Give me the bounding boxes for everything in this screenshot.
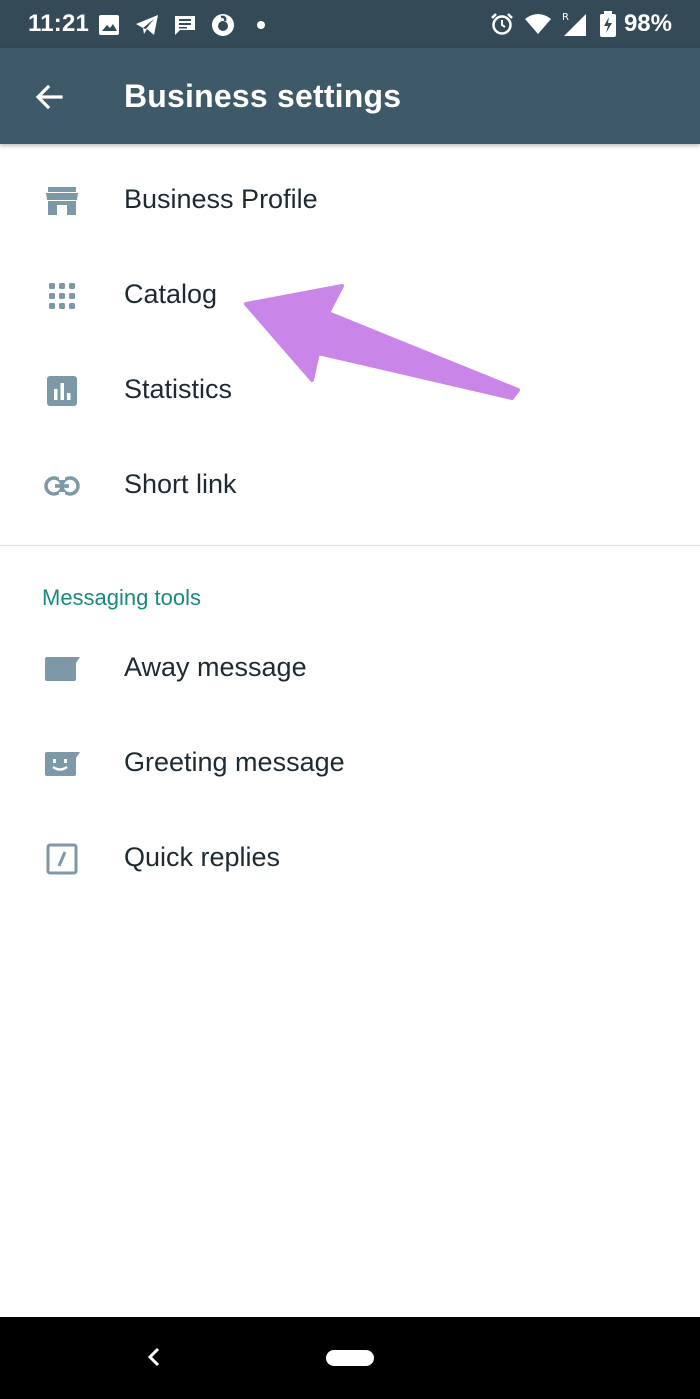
list-item-quick-replies[interactable]: Quick replies <box>0 810 700 905</box>
business-settings-list: Business Profile Catalog Statistics Shor… <box>0 152 700 532</box>
list-item-short-link[interactable]: Short link <box>0 437 700 532</box>
list-item-label: Short link <box>124 469 237 499</box>
bar-chart-icon <box>42 371 82 411</box>
greeting-message-icon <box>42 744 82 784</box>
dot-icon <box>248 12 274 38</box>
status-bar: 11:21 R 98% <box>0 0 700 48</box>
svg-text:R: R <box>562 12 569 23</box>
list-item-label: Statistics <box>124 374 233 404</box>
battery-percentage: 98% <box>623 10 672 37</box>
status-notification-icons <box>96 12 286 38</box>
list-item-catalog[interactable]: Catalog <box>0 247 700 342</box>
chevron-left-icon <box>147 1347 160 1367</box>
list-item-label: Greeting message <box>124 747 345 777</box>
section-divider <box>0 545 700 546</box>
page-title: Business settings <box>124 78 402 114</box>
messaging-tools-list: Away message Greeting message Quick repl… <box>0 620 700 905</box>
vodafone-icon <box>210 12 236 38</box>
signal-roaming-icon: R <box>562 11 590 37</box>
status-time: 11:21 <box>28 10 90 37</box>
list-item-greeting-message[interactable]: Greeting message <box>0 715 700 810</box>
battery-charging-icon <box>599 11 616 37</box>
list-item-label: Away message <box>124 652 307 682</box>
wifi-icon <box>524 13 552 35</box>
nav-home-button[interactable] <box>326 1350 374 1366</box>
list-item-label: Quick replies <box>124 842 281 872</box>
list-item-business-profile[interactable]: Business Profile <box>0 152 700 247</box>
arrow-back-icon <box>35 84 63 110</box>
away-message-icon <box>42 649 82 689</box>
list-item-label: Business Profile <box>124 184 318 214</box>
back-button[interactable] <box>22 70 76 124</box>
list-item-statistics[interactable]: Statistics <box>0 342 700 437</box>
quick-replies-icon <box>42 839 82 879</box>
section-header-messaging-tools: Messaging tools <box>42 585 201 610</box>
list-item-label: Catalog <box>124 279 218 309</box>
image-icon <box>96 12 122 38</box>
alarm-icon <box>490 12 514 36</box>
telegram-icon <box>134 12 160 38</box>
storefront-icon <box>42 181 82 221</box>
message-icon <box>172 12 198 38</box>
list-item-away-message[interactable]: Away message <box>0 620 700 715</box>
status-system-icons: R 98% <box>480 10 672 38</box>
system-nav-bar <box>0 1317 700 1399</box>
app-bar: Business settings <box>0 48 700 144</box>
grid-icon <box>42 276 82 316</box>
link-icon <box>42 466 82 506</box>
nav-back-button[interactable] <box>140 1337 168 1377</box>
